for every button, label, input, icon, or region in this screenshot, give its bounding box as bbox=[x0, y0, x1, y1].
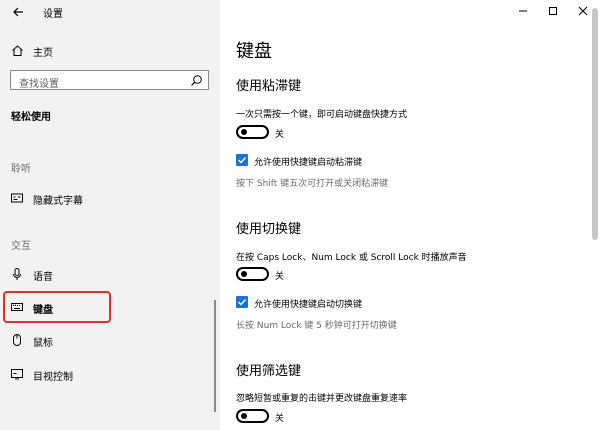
sidebar-item-mouse[interactable]: 鼠标 bbox=[0, 324, 220, 356]
search-input[interactable]: 查找设置 bbox=[10, 70, 209, 90]
toggle-keys-toggle-state: 关 bbox=[275, 272, 285, 282]
group-label-hearing: 聆听 bbox=[11, 164, 31, 175]
back-arrow-icon[interactable] bbox=[10, 4, 26, 20]
filter-keys-toggle-state: 关 bbox=[275, 414, 285, 424]
microphone-icon bbox=[13, 268, 21, 280]
close-icon[interactable] bbox=[576, 4, 590, 18]
toggle-keys-description: 在按 Caps Lock、Num Lock 或 Scroll Lock 时播放声… bbox=[236, 253, 467, 263]
sidebar-item-label: 目视控制 bbox=[33, 372, 73, 383]
sticky-keys-hint: 按下 Shift 键五次可打开或关闭粘滞键 bbox=[236, 179, 389, 189]
eye-control-icon bbox=[11, 369, 23, 380]
sidebar-item-speech[interactable]: 语音 bbox=[0, 258, 220, 290]
closed-caption-icon bbox=[11, 193, 23, 203]
sticky-keys-heading: 使用粘滞键 bbox=[236, 79, 302, 94]
search-placeholder: 查找设置 bbox=[19, 79, 59, 90]
toggle-knob bbox=[241, 129, 247, 135]
main-scrollbar[interactable] bbox=[592, 8, 598, 240]
mouse-icon bbox=[13, 334, 21, 346]
sidebar-item-label: 鼠标 bbox=[33, 338, 53, 349]
search-icon[interactable] bbox=[190, 74, 203, 87]
sidebar-item-label: 隐藏式字幕 bbox=[33, 196, 83, 207]
sidebar: 设置 主页 查找设置 轻松使用 聆听 隐藏式字幕 交互 语音 键盘 鼠标 目视控… bbox=[0, 0, 220, 430]
filter-keys-toggle[interactable] bbox=[236, 409, 269, 423]
sidebar-item-label: 语音 bbox=[33, 272, 53, 283]
toggle-keys-toggle[interactable] bbox=[236, 267, 269, 281]
minimize-icon[interactable] bbox=[516, 4, 530, 18]
section-title: 轻松使用 bbox=[11, 112, 51, 123]
toggle-keys-shortcut-checkbox[interactable] bbox=[236, 296, 248, 308]
checkmark-icon bbox=[238, 299, 247, 306]
toggle-knob bbox=[241, 271, 247, 277]
sticky-keys-toggle[interactable] bbox=[236, 125, 269, 139]
checkmark-icon bbox=[238, 157, 247, 164]
sticky-keys-shortcut-label: 允许使用快捷键启动粘滞键 bbox=[254, 158, 363, 168]
maximize-icon[interactable] bbox=[546, 4, 560, 18]
toggle-keys-heading: 使用切换键 bbox=[236, 222, 302, 237]
sidebar-item-home[interactable]: 主页 bbox=[0, 38, 220, 64]
sticky-keys-shortcut-checkbox[interactable] bbox=[236, 154, 248, 166]
home-icon bbox=[12, 45, 23, 56]
toggle-keys-hint: 长按 Num Lock 键 5 秒钟可打开切换键 bbox=[236, 321, 397, 331]
window-title: 设置 bbox=[43, 9, 63, 20]
filter-keys-heading: 使用筛选键 bbox=[236, 364, 302, 379]
group-label-interaction: 交互 bbox=[11, 241, 31, 252]
filter-keys-description: 忽略短暂或重复的击键并更改键盘重复速率 bbox=[236, 394, 408, 404]
toggle-keys-shortcut-label: 允许使用快捷键启动切换键 bbox=[254, 300, 363, 310]
toggle-knob bbox=[241, 413, 247, 419]
sidebar-item-eye-control[interactable]: 目视控制 bbox=[0, 358, 220, 390]
sidebar-item-label: 主页 bbox=[33, 48, 53, 59]
sticky-keys-toggle-state: 关 bbox=[275, 130, 285, 140]
keyboard-highlight-box bbox=[3, 291, 111, 323]
sidebar-item-closed-captions[interactable]: 隐藏式字幕 bbox=[0, 182, 220, 214]
page-title: 键盘 bbox=[236, 41, 272, 62]
sidebar-scrollbar[interactable] bbox=[214, 300, 216, 412]
main-content: 键盘 使用粘滞键 一次只需按一个键，即可启动键盘快捷方式 关 允许使用快捷键启动… bbox=[220, 0, 600, 430]
sticky-keys-description: 一次只需按一个键，即可启动键盘快捷方式 bbox=[236, 110, 408, 120]
